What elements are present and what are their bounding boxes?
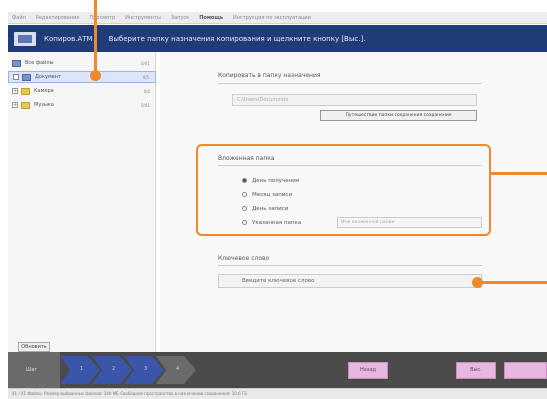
back-button[interactable]: Назад [348, 362, 388, 379]
keyword-input[interactable]: Введите ключевое слово [218, 274, 482, 288]
callout-dot [90, 70, 101, 81]
all-files-icon [12, 59, 21, 67]
destination-path-field[interactable]: C:\Users\Documents [232, 94, 477, 106]
step-2-label: 2 [112, 366, 116, 372]
title-bar: Копиров.АТМ Выберите папку назначения ко… [8, 25, 547, 52]
status-bar: 41 / 41 Файлы. Размер выбранных файлов: … [8, 388, 547, 399]
callout-line [94, 0, 97, 72]
app-name: Копиров.АТМ [44, 34, 93, 43]
tree-item-label: Все файлы [25, 60, 54, 66]
section-divider [218, 265, 482, 266]
tree-item-count: 0/41 [141, 102, 150, 108]
tree-item-music[interactable]: + Музыка 0/41 [8, 99, 156, 111]
tree-item-all[interactable]: Все файлы 0/41 [8, 57, 156, 69]
start-step: Шаг [8, 352, 60, 388]
menu-bar: Файл Редактирование Просмотр Инструменты… [8, 12, 547, 24]
instruction-text: Выберите папку назначения копирования и … [108, 34, 366, 43]
expand-icon[interactable]: + [12, 88, 18, 94]
folder-icon [21, 87, 30, 95]
menu-run[interactable]: Запуск [171, 15, 189, 21]
refresh-button[interactable]: Обновить [18, 342, 50, 352]
expand-icon[interactable]: + [12, 102, 18, 108]
browse-folder-button[interactable]: Путешествие папки сохранения сохранения [320, 110, 477, 121]
tree-item-label: Документ [35, 74, 61, 80]
menu-file[interactable]: Файл [12, 15, 26, 21]
keyword-section-label: Ключевое слово [218, 255, 270, 262]
menu-edit[interactable]: Редактирование [36, 15, 80, 21]
tree-item-document[interactable]: Документ 0/5 [8, 71, 156, 83]
document-device-icon [22, 73, 31, 81]
subfolder-callout-box [196, 144, 491, 236]
source-tree-panel: Все файлы 0/41 Документ 0/5 + Камера 0/0… [8, 52, 156, 352]
destination-section-label: Копировать в папку назначения [218, 72, 321, 79]
menu-help[interactable]: Помощь [199, 15, 223, 21]
menu-manual[interactable]: Инструкция по эксплуатации [233, 15, 311, 21]
next-button[interactable]: Выс. [456, 362, 496, 379]
callout-line [481, 281, 547, 284]
step-1-label: 1 [80, 366, 84, 372]
tree-item-count: 0/5 [142, 74, 149, 80]
callout-line [491, 172, 547, 175]
bottom-nav-bar: Шаг 1 2 3 4 Назад Выс. [8, 352, 547, 388]
cancel-button[interactable] [504, 362, 547, 379]
menu-tools[interactable]: Инструменты [125, 15, 161, 21]
tree-item-label: Камера [34, 88, 54, 94]
step-4-label: 4 [176, 366, 180, 372]
tree-item-count: 0/0 [143, 88, 150, 94]
tree-item-label: Музыка [34, 102, 54, 108]
tree-item-count: 0/41 [141, 60, 150, 66]
app-logo-icon [14, 31, 36, 46]
tree-item-camera[interactable]: + Камера 0/0 [8, 85, 156, 97]
folder-icon [21, 101, 30, 109]
tree-item-checkbox[interactable] [13, 74, 19, 80]
section-divider [218, 83, 482, 84]
step-3-label: 3 [144, 366, 148, 372]
app-window: Файл Редактирование Просмотр Инструменты… [0, 0, 547, 399]
